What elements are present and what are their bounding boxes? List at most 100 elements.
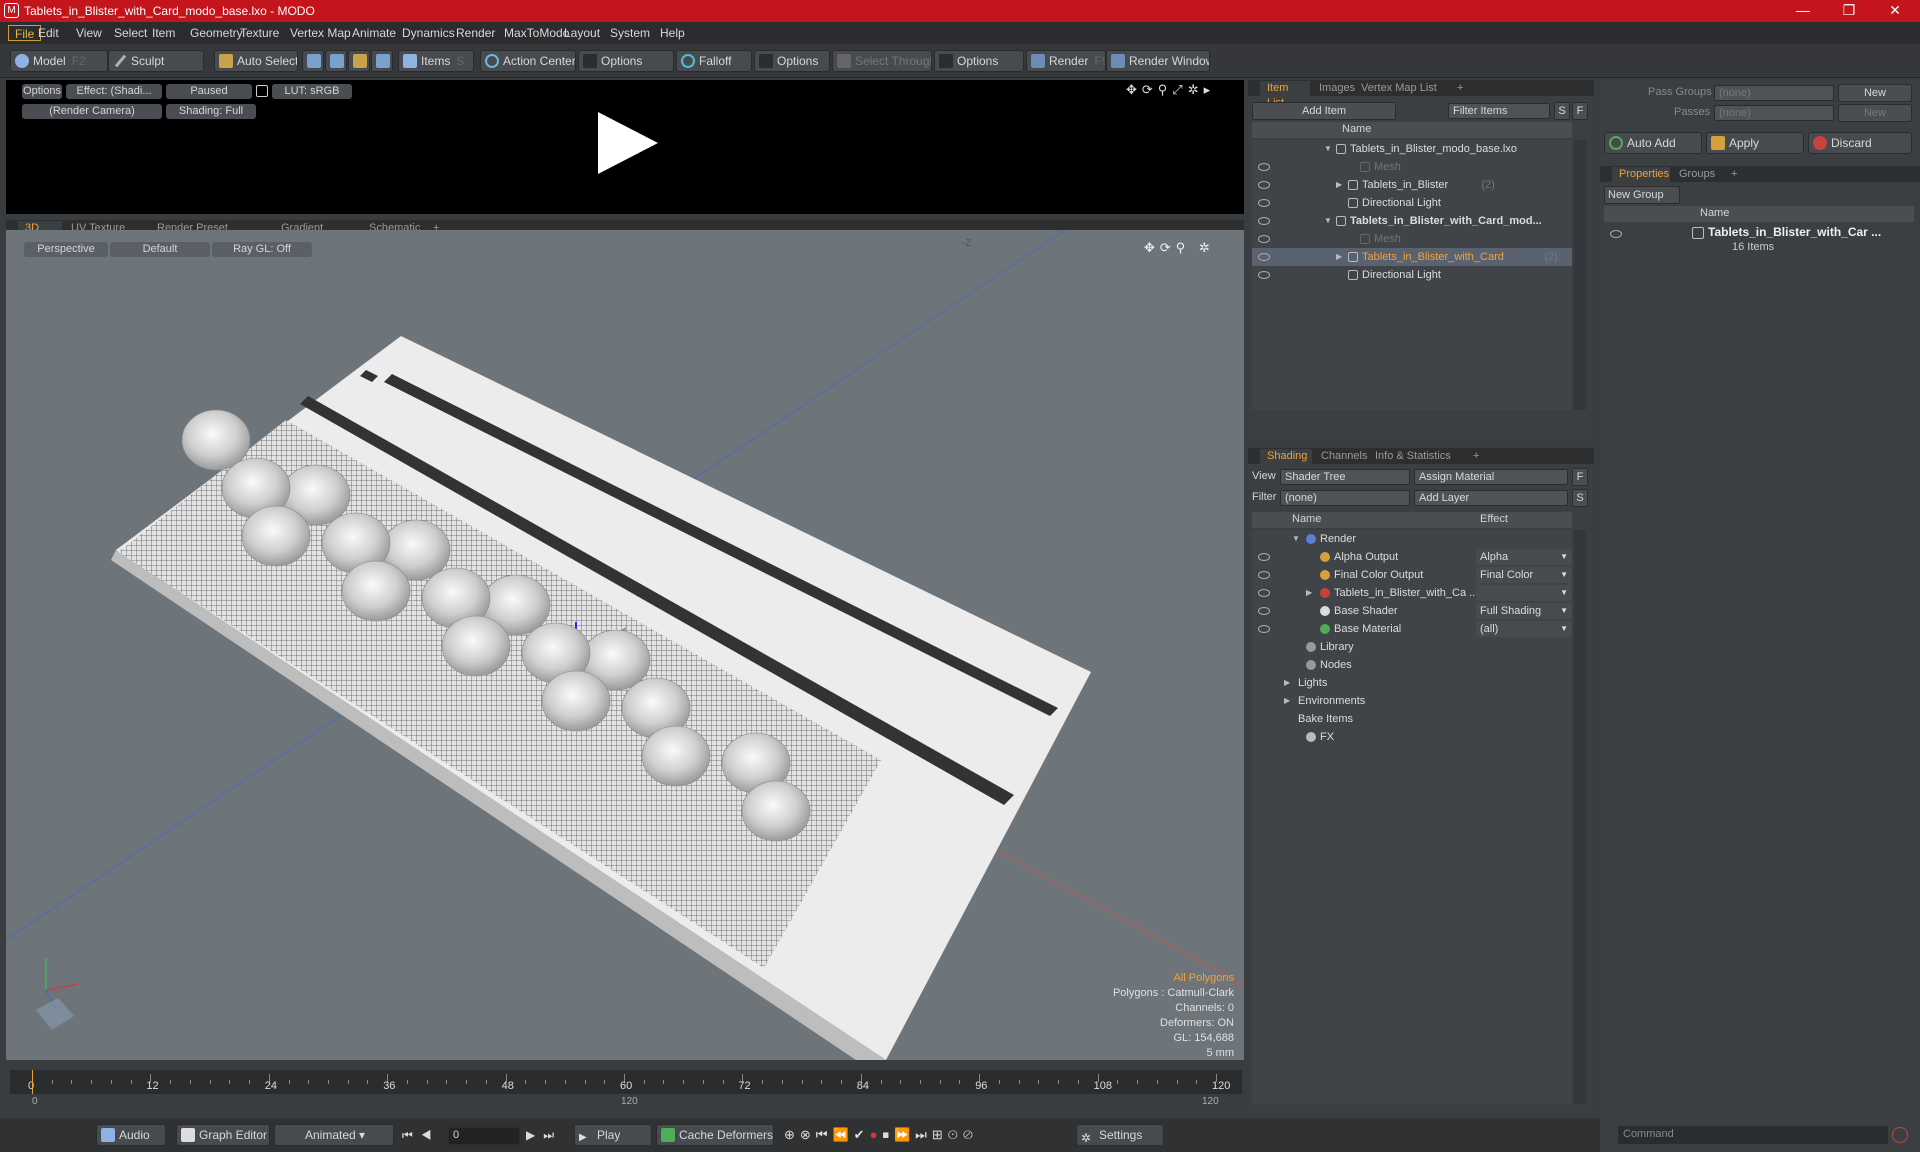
shader-row[interactable]: ▶ Tablets_in_Blister_with_Ca ... ▼ xyxy=(1252,584,1572,602)
tab-add[interactable]: + xyxy=(1466,449,1482,464)
collapse-arrow-icon[interactable]: ▼ xyxy=(1324,212,1332,230)
item-row[interactable]: ▶ Tablets_in_Blister_with_Card (2) xyxy=(1252,248,1572,266)
eye-icon[interactable] xyxy=(1258,607,1270,615)
effect-dropdown[interactable]: ▼ xyxy=(1476,585,1572,601)
shading-f-button[interactable]: F xyxy=(1572,468,1588,486)
menu-edit[interactable]: Edit xyxy=(32,25,65,41)
shader-row[interactable]: Nodes xyxy=(1252,656,1572,674)
discard-button[interactable]: Discard xyxy=(1808,132,1912,154)
action-center-button[interactable]: Action Center xyxy=(480,50,576,72)
item-row[interactable]: Directional Light xyxy=(1252,266,1572,284)
menu-texture[interactable]: Texture xyxy=(234,25,285,41)
eye-icon[interactable] xyxy=(1258,271,1270,279)
select-through-options-button[interactable]: Options xyxy=(934,50,1024,72)
item-row[interactable]: Mesh xyxy=(1252,230,1572,248)
passes-dropdown[interactable]: (none) xyxy=(1714,105,1834,121)
menu-help[interactable]: Help xyxy=(654,25,691,41)
select-materials-button[interactable] xyxy=(371,50,393,72)
select-vertices-button[interactable] xyxy=(302,50,324,72)
tab-groups[interactable]: Groups xyxy=(1672,167,1722,182)
action-center-options-button[interactable]: Options xyxy=(578,50,674,72)
filter-f-button[interactable]: F xyxy=(1572,102,1588,120)
expand-arrow-icon[interactable]: ▶ xyxy=(1336,176,1342,194)
effect-dropdown[interactable]: Full Shading ▼ xyxy=(1476,603,1572,619)
item-row[interactable]: ▼ Tablets_in_Blister_modo_base.lxo xyxy=(1252,140,1572,158)
render-window-button[interactable]: Render Window xyxy=(1106,50,1210,72)
tab-info-statistics[interactable]: Info & Statistics xyxy=(1368,449,1464,464)
eye-icon[interactable] xyxy=(1258,571,1270,579)
shader-row[interactable]: ▶ Lights xyxy=(1252,674,1572,692)
timeline[interactable]: 01224364860728496108120 0 120 120 xyxy=(6,1070,1244,1110)
falloff-options-button[interactable]: Options xyxy=(754,50,830,72)
eye-icon[interactable] xyxy=(1258,625,1270,633)
group-row[interactable]: Tablets_in_Blister_with_Car ... 16 Items xyxy=(1604,224,1914,260)
new-pass-button[interactable]: New xyxy=(1838,104,1912,122)
shader-row[interactable]: Final Color Output Final Color ▼ xyxy=(1252,566,1572,584)
menu-animate[interactable]: Animate xyxy=(346,25,402,41)
view-dropdown[interactable]: Shader Tree xyxy=(1280,469,1410,485)
render-button[interactable]: Render F9 xyxy=(1026,50,1106,72)
tab-vertex-map-list[interactable]: Vertex Map List xyxy=(1354,81,1448,96)
eye-icon[interactable] xyxy=(1258,163,1270,171)
shader-row[interactable]: ▼ Render xyxy=(1252,530,1572,548)
tab-channels[interactable]: Channels xyxy=(1314,449,1367,464)
eye-icon[interactable] xyxy=(1258,217,1270,225)
preview-shading-dropdown[interactable]: Shading: Full xyxy=(166,104,256,119)
preview-camera-dropdown[interactable]: (Render Camera) xyxy=(22,104,162,119)
apply-button[interactable]: Apply xyxy=(1706,132,1804,154)
new-pass-group-button[interactable]: New xyxy=(1838,84,1912,102)
shader-row[interactable]: Library xyxy=(1252,638,1572,656)
preview-options-button[interactable]: Options xyxy=(22,84,62,99)
collapse-arrow-icon[interactable]: ▼ xyxy=(1292,530,1300,548)
cache-deformers-button[interactable]: Cache Deformers xyxy=(656,1124,774,1146)
eye-icon[interactable] xyxy=(1258,199,1270,207)
graph-editor-button[interactable]: Graph Editor xyxy=(176,1124,270,1146)
filter-s-button[interactable]: S xyxy=(1554,102,1570,120)
3d-viewport[interactable]: Perspective Default Ray GL: Off -Z ✥⟳⚲ ✲ xyxy=(6,230,1244,1060)
menu-layout[interactable]: Layout xyxy=(558,25,606,41)
collapse-arrow-icon[interactable]: ▼ xyxy=(1324,140,1332,158)
menu-render[interactable]: Render xyxy=(450,25,501,41)
tab-add[interactable]: + xyxy=(1450,81,1466,96)
tab-properties[interactable]: Properties xyxy=(1612,167,1670,182)
eye-icon[interactable] xyxy=(1258,553,1270,561)
sculpt-mode-button[interactable]: Sculpt xyxy=(108,50,204,72)
select-through-button[interactable]: Select Through xyxy=(832,50,932,72)
close-button[interactable]: ✕ xyxy=(1872,0,1918,22)
item-row[interactable]: ▶ Tablets_in_Blister (2) xyxy=(1252,176,1572,194)
shading-s-button[interactable]: S xyxy=(1572,489,1588,507)
transport-forward-icons[interactable]: ▶⏭ xyxy=(526,1128,562,1143)
animated-dropdown[interactable]: Animated ▾ xyxy=(274,1124,394,1146)
audio-button[interactable]: Audio xyxy=(96,1124,166,1146)
effect-dropdown[interactable]: Final Color ▼ xyxy=(1476,567,1572,583)
eye-icon[interactable] xyxy=(1258,181,1270,189)
expand-arrow-icon[interactable]: ▶ xyxy=(1284,692,1290,710)
eye-icon[interactable] xyxy=(1610,230,1622,238)
tab-images[interactable]: Images xyxy=(1312,81,1355,96)
auto-select-button[interactable]: Auto Select xyxy=(214,50,298,72)
item-row[interactable]: Mesh xyxy=(1252,158,1572,176)
shader-row[interactable]: Alpha Output Alpha ▼ xyxy=(1252,548,1572,566)
expand-arrow-icon[interactable]: ▶ xyxy=(1306,584,1312,602)
shader-row[interactable]: Base Shader Full Shading ▼ xyxy=(1252,602,1572,620)
settings-button[interactable]: ✲ Settings xyxy=(1076,1124,1164,1146)
shading-scrollbar[interactable] xyxy=(1574,530,1586,1104)
play-preview-icon[interactable] xyxy=(592,108,662,178)
shader-row[interactable]: ▶ Environments xyxy=(1252,692,1572,710)
auto-add-button[interactable]: Auto Add xyxy=(1604,132,1702,154)
add-item-dropdown[interactable]: Add Item xyxy=(1252,102,1396,120)
pass-groups-dropdown[interactable]: (none) xyxy=(1714,85,1834,101)
item-row[interactable]: Directional Light xyxy=(1252,194,1572,212)
preview-lut-dropdown[interactable]: LUT: sRGB xyxy=(272,84,352,99)
expand-arrow-icon[interactable]: ▶ xyxy=(1284,674,1290,692)
effect-dropdown[interactable]: Alpha ▼ xyxy=(1476,549,1572,565)
filter-dropdown[interactable]: (none) xyxy=(1280,490,1410,506)
transport-back-icons[interactable]: ⏮◀ xyxy=(402,1128,440,1143)
preview-effect-dropdown[interactable]: Effect: (Shadi... xyxy=(66,84,162,99)
lock-icon[interactable] xyxy=(256,85,268,97)
key-tools-icons[interactable]: ⊕⊗⏮⏪✔●⏹⏩⏭⊞⊙⊘ xyxy=(784,1127,978,1143)
tab-add[interactable]: + xyxy=(1724,167,1740,182)
shader-row[interactable]: Bake Items xyxy=(1252,710,1572,728)
frame-input[interactable]: 0 xyxy=(448,1127,520,1145)
select-edges-button[interactable] xyxy=(325,50,347,72)
